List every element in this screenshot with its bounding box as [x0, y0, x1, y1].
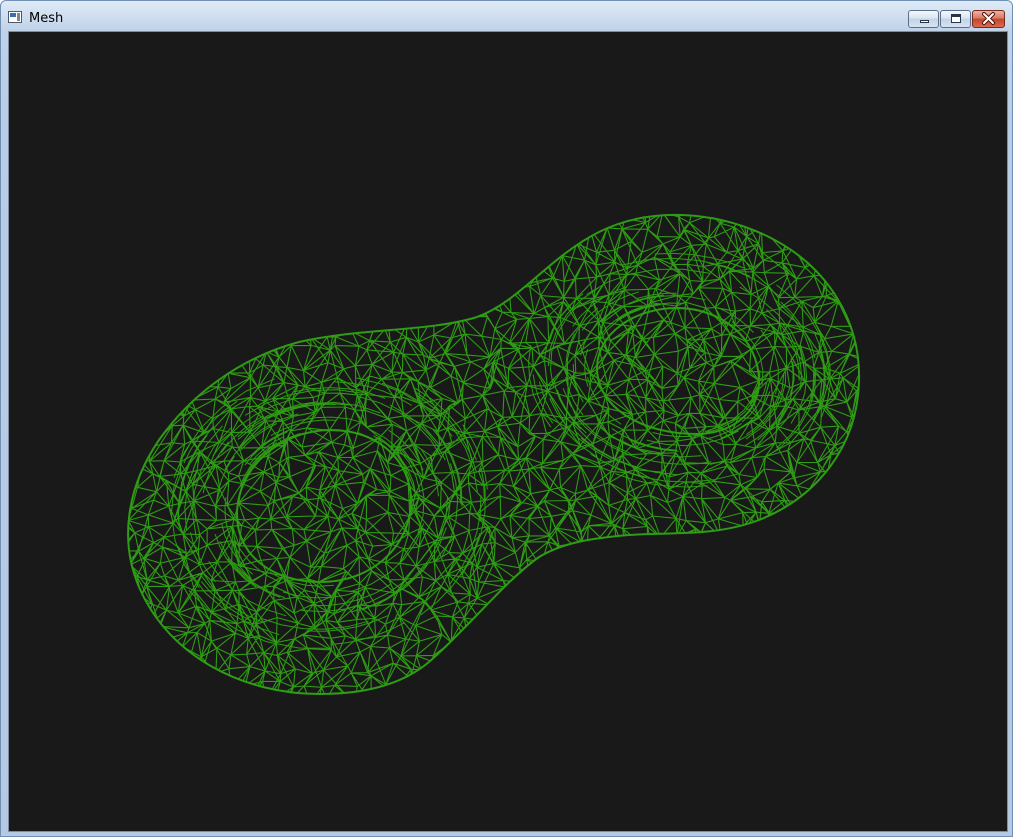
close-icon: [982, 12, 995, 25]
render-viewport[interactable]: [8, 31, 1008, 832]
minimize-button[interactable]: [908, 10, 939, 28]
mesh-triangle-edges: [128, 214, 860, 695]
window-app-icon[interactable]: [8, 11, 22, 23]
maximize-icon: [951, 14, 961, 23]
maximize-button[interactable]: [940, 10, 971, 28]
window-title: Mesh: [29, 11, 64, 26]
minimize-icon: [920, 20, 929, 23]
title-bar[interactable]: Mesh: [1, 1, 1012, 31]
close-button[interactable]: [972, 10, 1005, 28]
app-window: Mesh: [0, 0, 1013, 837]
double-torus-wireframe: [127, 213, 861, 696]
